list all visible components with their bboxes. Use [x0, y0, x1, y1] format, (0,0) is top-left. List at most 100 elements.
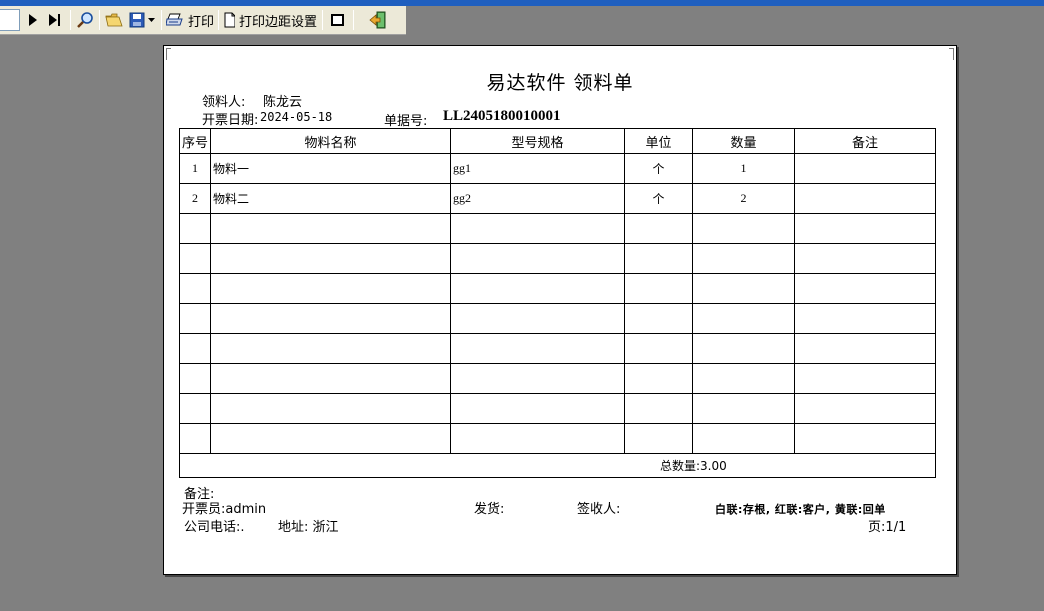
total-quantity: 总数量:3.00 — [660, 459, 727, 473]
margin-mark — [166, 48, 171, 60]
table-row — [178, 273, 937, 304]
cell-spec — [450, 243, 626, 274]
cell-spec: gg2 — [450, 183, 626, 214]
cell-material-name — [210, 363, 452, 394]
open-button[interactable] — [104, 9, 124, 31]
print-preview-page: 易达软件 领料单 领料人: 陈龙云 开票日期: 2024-05-18 单据号: … — [163, 45, 957, 575]
cell-row-index: 1 — [178, 153, 212, 184]
issue-date-value: 2024-05-18 — [260, 110, 333, 124]
document-number-label: 单据号: — [384, 114, 428, 129]
separator — [70, 10, 71, 30]
table-row — [178, 213, 937, 244]
cell-quantity — [692, 333, 796, 364]
document-number-value: LL2405180010001 — [443, 108, 561, 124]
table-row — [178, 243, 937, 274]
shipper-label: 发货: — [474, 502, 505, 517]
column-header-unit: 单位 — [624, 128, 694, 154]
table-row — [178, 363, 937, 394]
cell-unit — [624, 423, 694, 454]
save-button[interactable] — [127, 9, 157, 31]
column-header-quantity: 数量 — [692, 128, 796, 154]
cell-material-name — [210, 393, 452, 424]
print-margin-settings-label: 打印边距设置 — [238, 14, 317, 30]
table-row — [178, 303, 937, 334]
print-button[interactable]: 打印 — [166, 9, 214, 31]
cell-quantity: 2 — [692, 183, 796, 214]
cell-remark — [794, 423, 937, 454]
cell-quantity — [692, 243, 796, 274]
separator — [99, 10, 100, 30]
cell-spec — [450, 333, 626, 364]
cell-quantity — [692, 213, 796, 244]
cell-unit — [624, 303, 694, 334]
cell-quantity — [692, 303, 796, 334]
print-margin-settings-button[interactable]: 打印边距设置 — [223, 9, 317, 31]
cell-row-index — [178, 393, 212, 424]
cell-material-name — [210, 213, 452, 244]
cell-spec — [450, 423, 626, 454]
cell-material-name — [210, 273, 452, 304]
cell-quantity — [692, 423, 796, 454]
cell-quantity — [692, 393, 796, 424]
cell-remark — [794, 393, 937, 424]
cell-remark — [794, 273, 937, 304]
cell-quantity — [692, 363, 796, 394]
table-row: 2 物料二 gg2 个 2 — [178, 183, 937, 214]
company-phone: 公司电话:. — [184, 520, 245, 535]
issue-date-label: 开票日期: — [202, 113, 259, 128]
last-page-button[interactable] — [46, 9, 64, 31]
exit-button[interactable] — [366, 9, 390, 31]
cell-unit: 个 — [624, 183, 694, 214]
cell-spec — [450, 273, 626, 304]
last-page-icon — [49, 14, 60, 26]
cell-unit — [624, 333, 694, 364]
cell-material-name — [210, 423, 452, 454]
table-header-row: 序号 物料名称 型号规格 单位 数量 备注 — [178, 128, 937, 154]
column-header-spec: 型号规格 — [450, 128, 626, 154]
page-number-input[interactable] — [0, 9, 20, 31]
exit-door-icon — [369, 11, 386, 29]
cell-row-index: 2 — [178, 183, 212, 214]
cell-row-index — [178, 423, 212, 454]
cell-unit — [624, 363, 694, 394]
cell-material-name: 物料一 — [210, 153, 452, 184]
table-row: 1 物料一 gg1 个 1 — [178, 153, 937, 184]
receiver-label: 签收人: — [577, 502, 621, 517]
cell-remark — [794, 243, 937, 274]
cell-spec — [450, 213, 626, 244]
total-quantity-cell: 总数量:3.00 — [178, 453, 937, 478]
dropdown-arrow-icon — [148, 17, 155, 22]
cell-row-index — [178, 333, 212, 364]
cell-unit: 个 — [624, 153, 694, 184]
separator — [161, 10, 162, 30]
page-setup-icon — [224, 12, 235, 28]
cell-material-name — [210, 243, 452, 274]
cell-remark — [794, 333, 937, 364]
print-label: 打印 — [187, 14, 214, 30]
column-header-index: 序号 — [178, 128, 212, 154]
cell-spec — [450, 303, 626, 334]
cell-material-name — [210, 303, 452, 334]
cell-unit — [624, 393, 694, 424]
cell-remark — [794, 363, 937, 394]
total-row: 总数量:3.00 — [178, 453, 937, 478]
frame-icon — [330, 14, 344, 26]
zoom-button[interactable] — [75, 9, 95, 31]
cell-material-name: 物料二 — [210, 183, 452, 214]
open-folder-icon — [105, 13, 123, 27]
cell-remark — [794, 213, 937, 244]
toolbar: 打印 打印边距设置 — [0, 0, 1044, 35]
issuer: 开票员:admin — [182, 502, 267, 517]
cell-row-index — [178, 363, 212, 394]
separator — [218, 10, 219, 30]
separator — [353, 10, 354, 30]
cell-unit — [624, 273, 694, 304]
items-table: 序号 物料名称 型号规格 单位 数量 备注 1 物料一 gg1 个 1 2 物料二 gg2 个 2… — [178, 128, 937, 478]
cell-row-index — [178, 213, 212, 244]
copies-note: 白联:存根, 红联:客户, 黄联:回单 — [715, 503, 886, 516]
cell-unit — [624, 213, 694, 244]
next-page-button[interactable] — [26, 9, 40, 31]
table-row — [178, 333, 937, 364]
cell-remark — [794, 303, 937, 334]
frame-button[interactable] — [327, 9, 347, 31]
